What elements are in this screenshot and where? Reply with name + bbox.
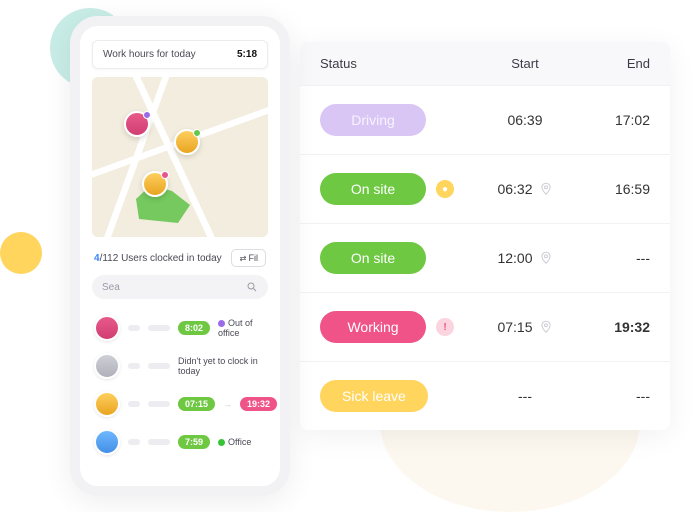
time-pill: 07:15 [178, 397, 215, 412]
status-pill: Driving [320, 104, 426, 136]
time-pill: 8:02 [178, 321, 210, 336]
table-header: Status Start End [300, 42, 670, 85]
user-row[interactable]: Didn't yet to clock in today [80, 347, 280, 385]
work-hours-label: Work hours for today [103, 49, 196, 60]
start-time: 07:15 [497, 319, 532, 335]
skeleton-bar [128, 363, 140, 369]
avatar [94, 353, 120, 379]
location-icon [539, 251, 553, 265]
table-row[interactable]: Driving 06:39 17:02 [300, 85, 670, 154]
status-table: Status Start End Driving 06:39 17:02 On … [300, 42, 670, 430]
column-header-status[interactable]: Status [320, 56, 470, 71]
skeleton-bar [128, 325, 140, 331]
skeleton-bar [148, 439, 170, 445]
clocked-in-summary: 4/112 Users clocked in today Fil [94, 249, 266, 267]
skeleton-bar [148, 363, 170, 369]
end-time: 16:59 [615, 181, 650, 197]
user-row[interactable]: 7:59 Office [80, 423, 280, 461]
filter-label: Fil [249, 253, 259, 263]
table-row[interactable]: Working ! 07:15 19:32 [300, 292, 670, 361]
status-text: Office [228, 437, 251, 447]
column-header-start[interactable]: Start [470, 56, 580, 71]
alert-icon: ! [436, 318, 454, 336]
end-time: --- [636, 388, 650, 404]
phone-mockup: Work hours for today 5:18 4/112 Users cl… [70, 16, 290, 496]
map-pin-user-3[interactable] [142, 171, 168, 197]
end-time: 19:32 [614, 319, 650, 335]
user-row[interactable]: 07:15 → 19:32 [80, 385, 280, 423]
end-time: --- [636, 250, 650, 266]
skeleton-bar [148, 325, 170, 331]
status-pill: Sick leave [320, 380, 428, 412]
status-pill: On site [320, 173, 426, 205]
map-pin-user-1[interactable] [124, 111, 150, 137]
skeleton-bar [128, 439, 140, 445]
skeleton-bar [148, 401, 170, 407]
coin-icon: ● [436, 180, 454, 198]
work-hours-card[interactable]: Work hours for today 5:18 [92, 40, 268, 69]
start-time: --- [518, 388, 532, 404]
skeleton-bar [128, 401, 140, 407]
search-placeholder: Sea [102, 282, 120, 293]
filter-button[interactable]: Fil [231, 249, 266, 267]
time-pill: 7:59 [178, 435, 210, 450]
user-row[interactable]: 8:02 Out of office [80, 309, 280, 347]
clocked-in-text: Users clocked in today [118, 253, 221, 264]
map-view[interactable] [92, 77, 268, 237]
status-dot-icon [218, 439, 225, 446]
clocked-in-total: /112 [100, 253, 119, 264]
start-time: 12:00 [497, 250, 532, 266]
arrow-icon: → [223, 399, 232, 409]
map-pin-user-2[interactable] [174, 129, 200, 155]
time-pill: 19:32 [240, 397, 277, 412]
table-row[interactable]: Sick leave --- --- [300, 361, 670, 430]
start-time: 06:32 [497, 181, 532, 197]
start-time: 06:39 [507, 112, 542, 128]
status-pill: On site [320, 242, 426, 274]
avatar [94, 429, 120, 455]
work-hours-value: 5:18 [237, 49, 257, 60]
table-row[interactable]: On site ● 06:32 16:59 [300, 154, 670, 223]
column-header-end[interactable]: End [580, 56, 650, 71]
search-input[interactable]: Sea [92, 275, 268, 299]
avatar [94, 391, 120, 417]
end-time: 17:02 [615, 112, 650, 128]
status-text: Didn't yet to clock in today [178, 356, 266, 376]
avatar [94, 315, 120, 341]
location-icon [539, 182, 553, 196]
search-icon [246, 281, 258, 293]
status-dot-icon [218, 320, 225, 327]
location-icon [539, 320, 553, 334]
status-pill: Working [320, 311, 426, 343]
table-row[interactable]: On site 12:00 --- [300, 223, 670, 292]
